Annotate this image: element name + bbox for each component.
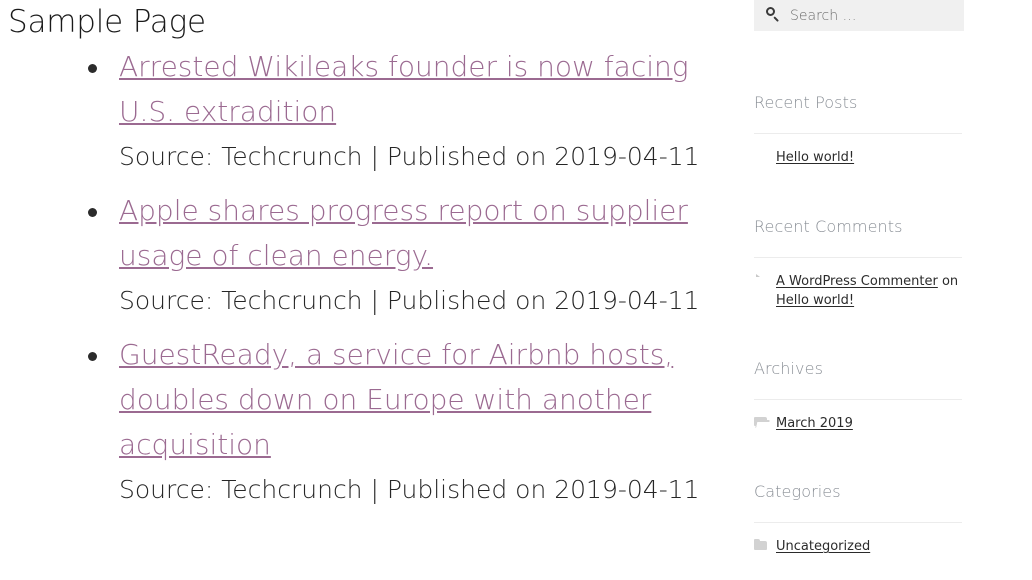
widget-list: Uncategorized xyxy=(754,537,964,556)
post-meta: Source: Techcrunch | Published on 2019-0… xyxy=(119,286,700,315)
divider xyxy=(754,133,962,134)
bullet-icon xyxy=(88,64,97,73)
sidebar: Recent Posts Hello world! Recent Comment… xyxy=(754,0,964,556)
list-item: Uncategorized xyxy=(754,537,964,556)
document-icon xyxy=(754,150,768,164)
folder-open-icon xyxy=(754,416,768,430)
post-link[interactable]: Arrested Wikileaks founder is now facing… xyxy=(119,50,689,128)
search-widget[interactable] xyxy=(754,0,964,31)
archive-link[interactable]: March 2019 xyxy=(776,416,853,431)
main-content: Sample Page Arrested Wikileaks founder i… xyxy=(0,0,740,580)
divider xyxy=(754,257,962,258)
widget-title: Categories xyxy=(754,482,841,501)
comment-author-link[interactable]: A WordPress Commenter xyxy=(776,274,938,289)
widget-recent-comments: Recent Comments A WordPress Commenter on… xyxy=(754,217,964,310)
search-input[interactable] xyxy=(790,7,950,24)
list-item: March 2019 xyxy=(754,414,964,433)
list-item: Apple shares progress report on supplier… xyxy=(0,188,740,323)
page-title: Sample Page xyxy=(8,4,206,40)
comment-connector: on xyxy=(937,274,959,289)
search-icon xyxy=(766,7,781,22)
post-meta: Source: Techcrunch | Published on 2019-0… xyxy=(119,142,700,171)
list-item: Arrested Wikileaks founder is now facing… xyxy=(0,44,740,179)
recent-post-link[interactable]: Hello world! xyxy=(776,150,854,165)
page-root: Sample Page Arrested Wikileaks founder i… xyxy=(0,0,1032,580)
list-item: GuestReady, a service for Airbnb hosts, … xyxy=(0,332,740,512)
widget-title: Archives xyxy=(754,359,824,378)
widget-list: Hello world! xyxy=(754,148,964,167)
post-meta: Source: Techcrunch | Published on 2019-0… xyxy=(119,475,700,504)
widget-recent-posts: Recent Posts Hello world! xyxy=(754,93,964,167)
widget-list: A WordPress Commenter on Hello world! xyxy=(754,272,964,310)
widget-categories: Categories Uncategorized xyxy=(754,482,964,556)
list-item: Hello world! xyxy=(754,148,964,167)
divider xyxy=(754,522,962,523)
post-link[interactable]: Apple shares progress report on supplier… xyxy=(119,194,688,272)
comment-icon xyxy=(754,274,768,288)
post-link[interactable]: GuestReady, a service for Airbnb hosts, … xyxy=(119,338,673,461)
widget-list: March 2019 xyxy=(754,414,964,433)
divider xyxy=(754,399,962,400)
widget-archives: Archives March 2019 xyxy=(754,359,964,433)
folder-closed-icon xyxy=(754,539,768,553)
widget-title: Recent Comments xyxy=(754,217,903,236)
widget-title: Recent Posts xyxy=(754,93,858,112)
list-item: A WordPress Commenter on Hello world! xyxy=(754,272,964,310)
post-list: Arrested Wikileaks founder is now facing… xyxy=(0,44,740,512)
bullet-icon xyxy=(88,208,97,217)
category-link[interactable]: Uncategorized xyxy=(776,539,870,554)
bullet-icon xyxy=(88,352,97,361)
comment-post-link[interactable]: Hello world! xyxy=(776,293,854,308)
